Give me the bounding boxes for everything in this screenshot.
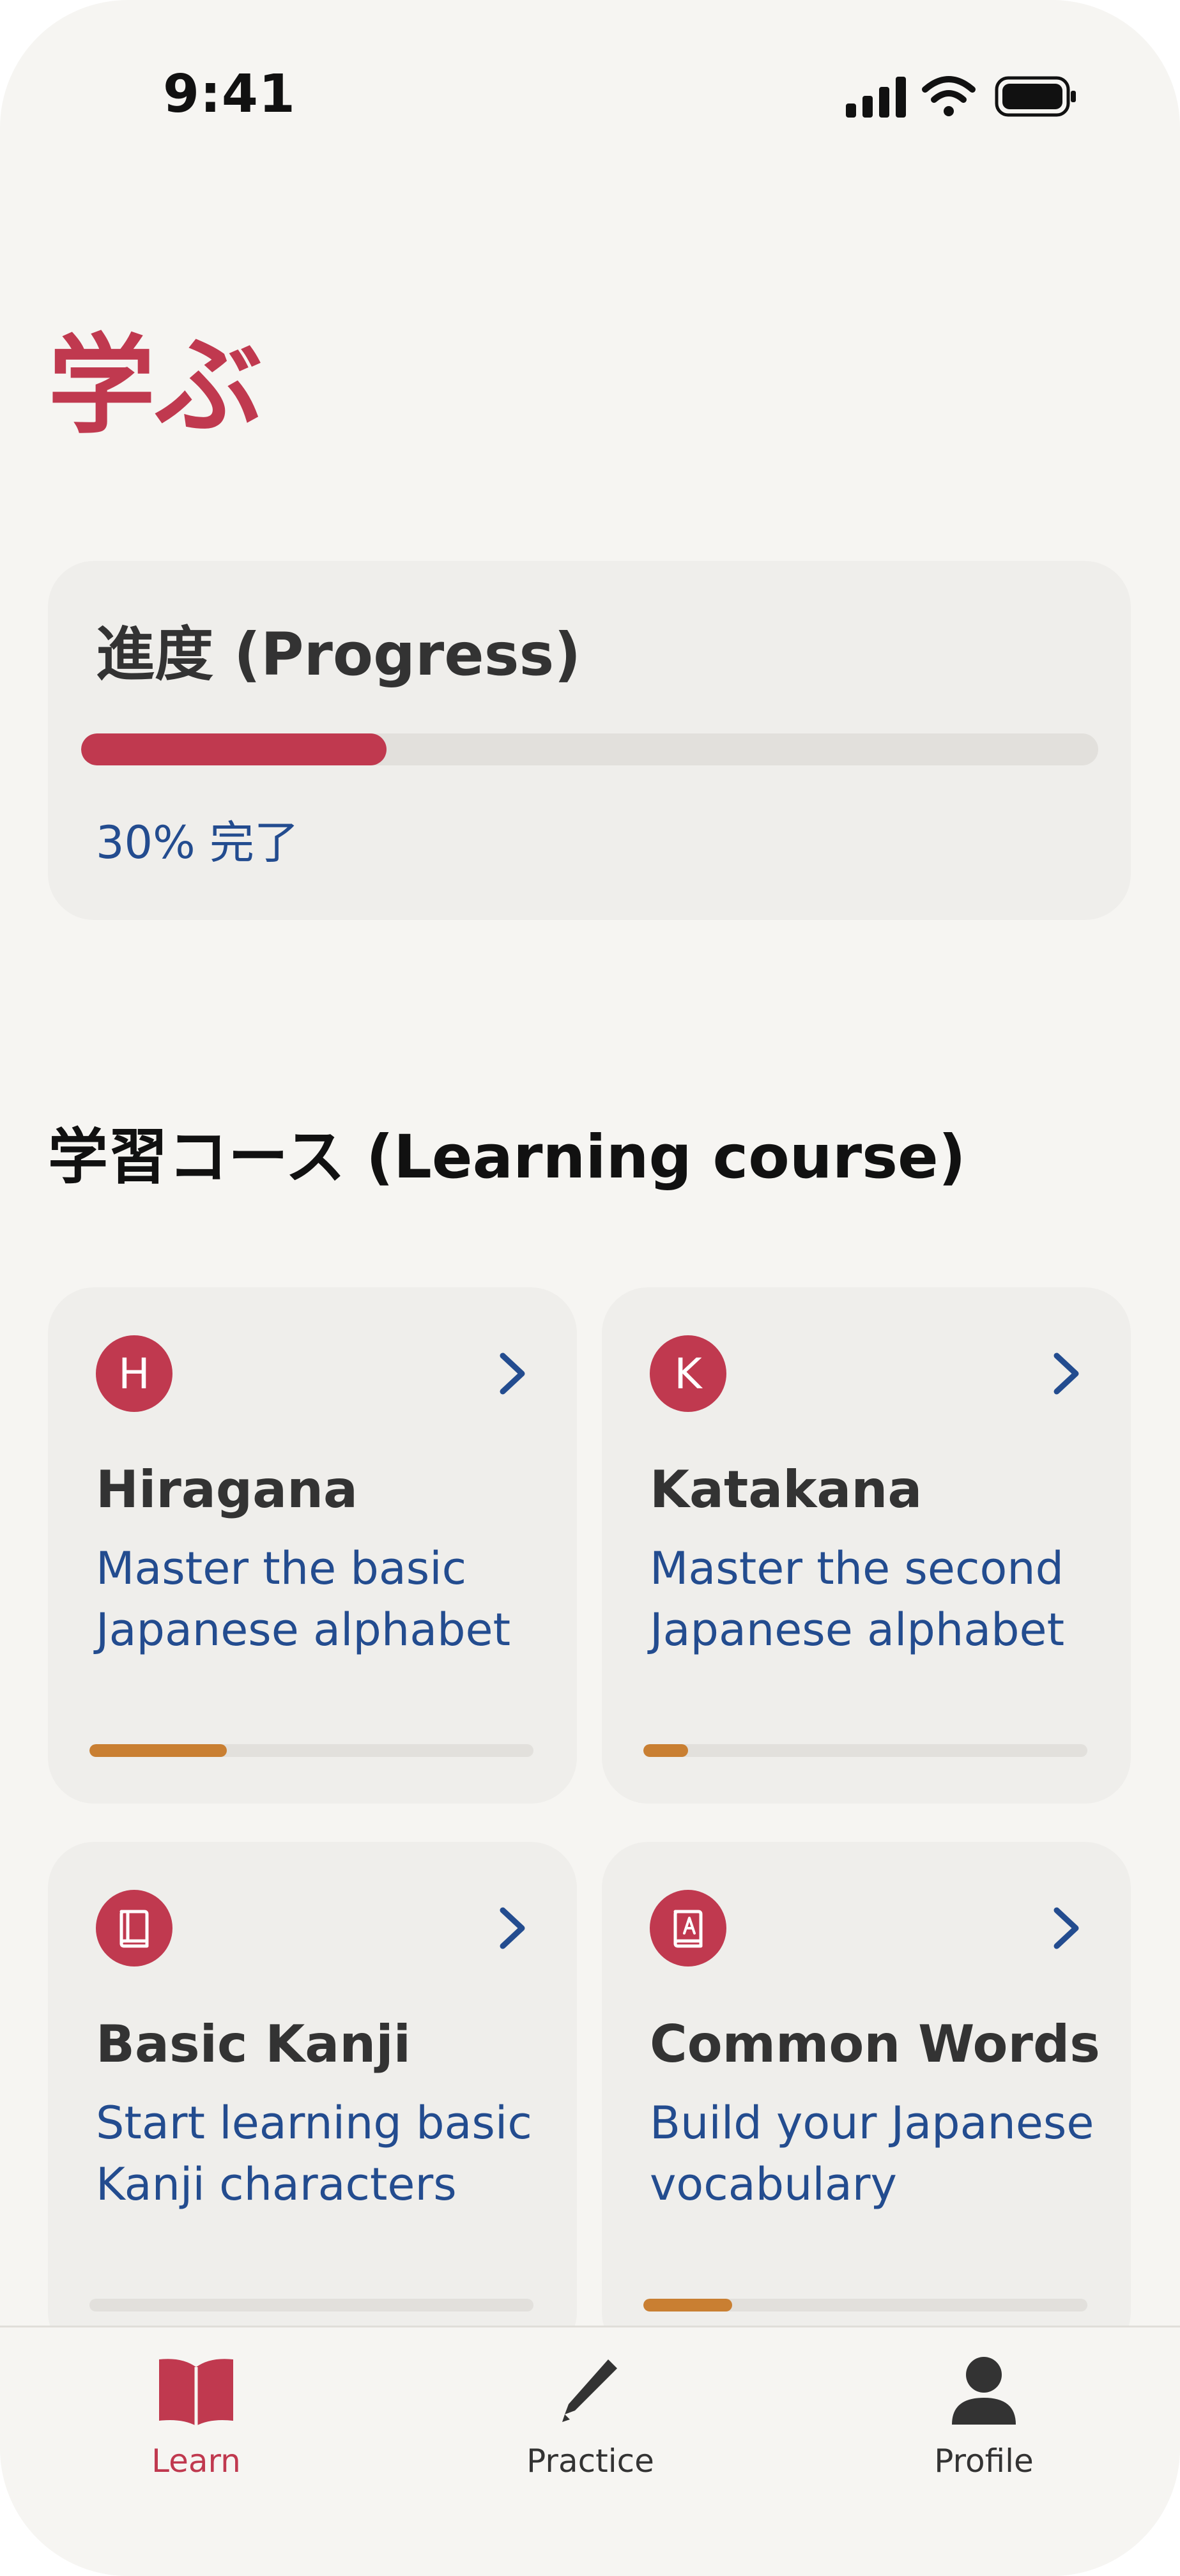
tab-label: Learn <box>151 2442 241 2480</box>
dictionary-icon <box>650 1890 726 1966</box>
tab-bar: Learn Practice Profile <box>0 2326 1180 2576</box>
chevron-right-icon <box>1054 1907 1079 1949</box>
course-progress-bar <box>643 1744 1087 1757</box>
course-progress-fill <box>643 1744 688 1757</box>
hiragana-badge-icon: H <box>96 1335 172 1412</box>
tab-label: Practice <box>526 2442 654 2480</box>
pencil-icon <box>562 2359 617 2422</box>
course-name: Hiragana <box>96 1460 358 1519</box>
chevron-right-icon <box>500 1353 525 1395</box>
open-book-icon <box>159 2359 233 2426</box>
progress-bar-fill <box>81 733 387 765</box>
course-card-hiragana[interactable]: H Hiragana Master the basic Japanese alp… <box>48 1287 577 1804</box>
tab-learn[interactable]: Learn <box>68 2353 324 2500</box>
progress-title: 進度 (Progress) <box>96 620 581 689</box>
course-card-katakana[interactable]: K Katakana Master the second Japanese al… <box>602 1287 1131 1804</box>
tab-practice[interactable]: Practice <box>463 2353 718 2500</box>
course-progress-fill <box>643 2299 732 2312</box>
page-title: 学ぶ <box>48 323 263 448</box>
tab-label: Profile <box>934 2442 1034 2480</box>
course-progress-fill <box>89 1744 227 1757</box>
book-icon <box>96 1890 172 1966</box>
chevron-right-icon <box>1054 1353 1079 1395</box>
course-progress-bar <box>643 2299 1087 2312</box>
course-progress-bar <box>89 2299 533 2312</box>
wifi-icon <box>922 76 976 116</box>
course-progress-bar <box>89 1744 533 1757</box>
section-title: 学習コース (Learning course) <box>48 1123 966 1192</box>
course-name: Katakana <box>650 1460 923 1519</box>
progress-bar <box>81 733 1098 765</box>
cellular-signal-icon <box>846 77 906 118</box>
katakana-badge-icon: K <box>650 1335 726 1412</box>
course-name: Common Words <box>650 2014 1100 2074</box>
status-time: 9:41 <box>163 64 296 125</box>
app-screen: 9:41 学ぶ 進度 (Progress) 30% 完了 学習コース (Lear… <box>0 0 1180 2576</box>
progress-label: 30% 完了 <box>96 816 299 869</box>
status-icons <box>843 70 1080 121</box>
course-description: Build your Japanese vocabulary <box>650 2097 1094 2211</box>
course-name: Basic Kanji <box>96 2014 411 2074</box>
tab-profile[interactable]: Profile <box>856 2353 1112 2500</box>
chevron-right-icon <box>500 1907 525 1949</box>
course-card-basic-kanji[interactable]: Basic Kanji Start learning basic Kanji c… <box>48 1842 577 2358</box>
course-description: Master the second Japanese alphabet <box>650 1542 1065 1656</box>
course-description: Start learning basic Kanji characters <box>96 2097 532 2211</box>
course-description: Master the basic Japanese alphabet <box>96 1542 511 1656</box>
progress-card: 進度 (Progress) 30% 完了 <box>48 561 1131 920</box>
course-card-common-words[interactable]: Common Words Build your Japanese vocabul… <box>602 1842 1131 2358</box>
battery-icon <box>995 76 1076 117</box>
person-icon <box>952 2357 1016 2425</box>
